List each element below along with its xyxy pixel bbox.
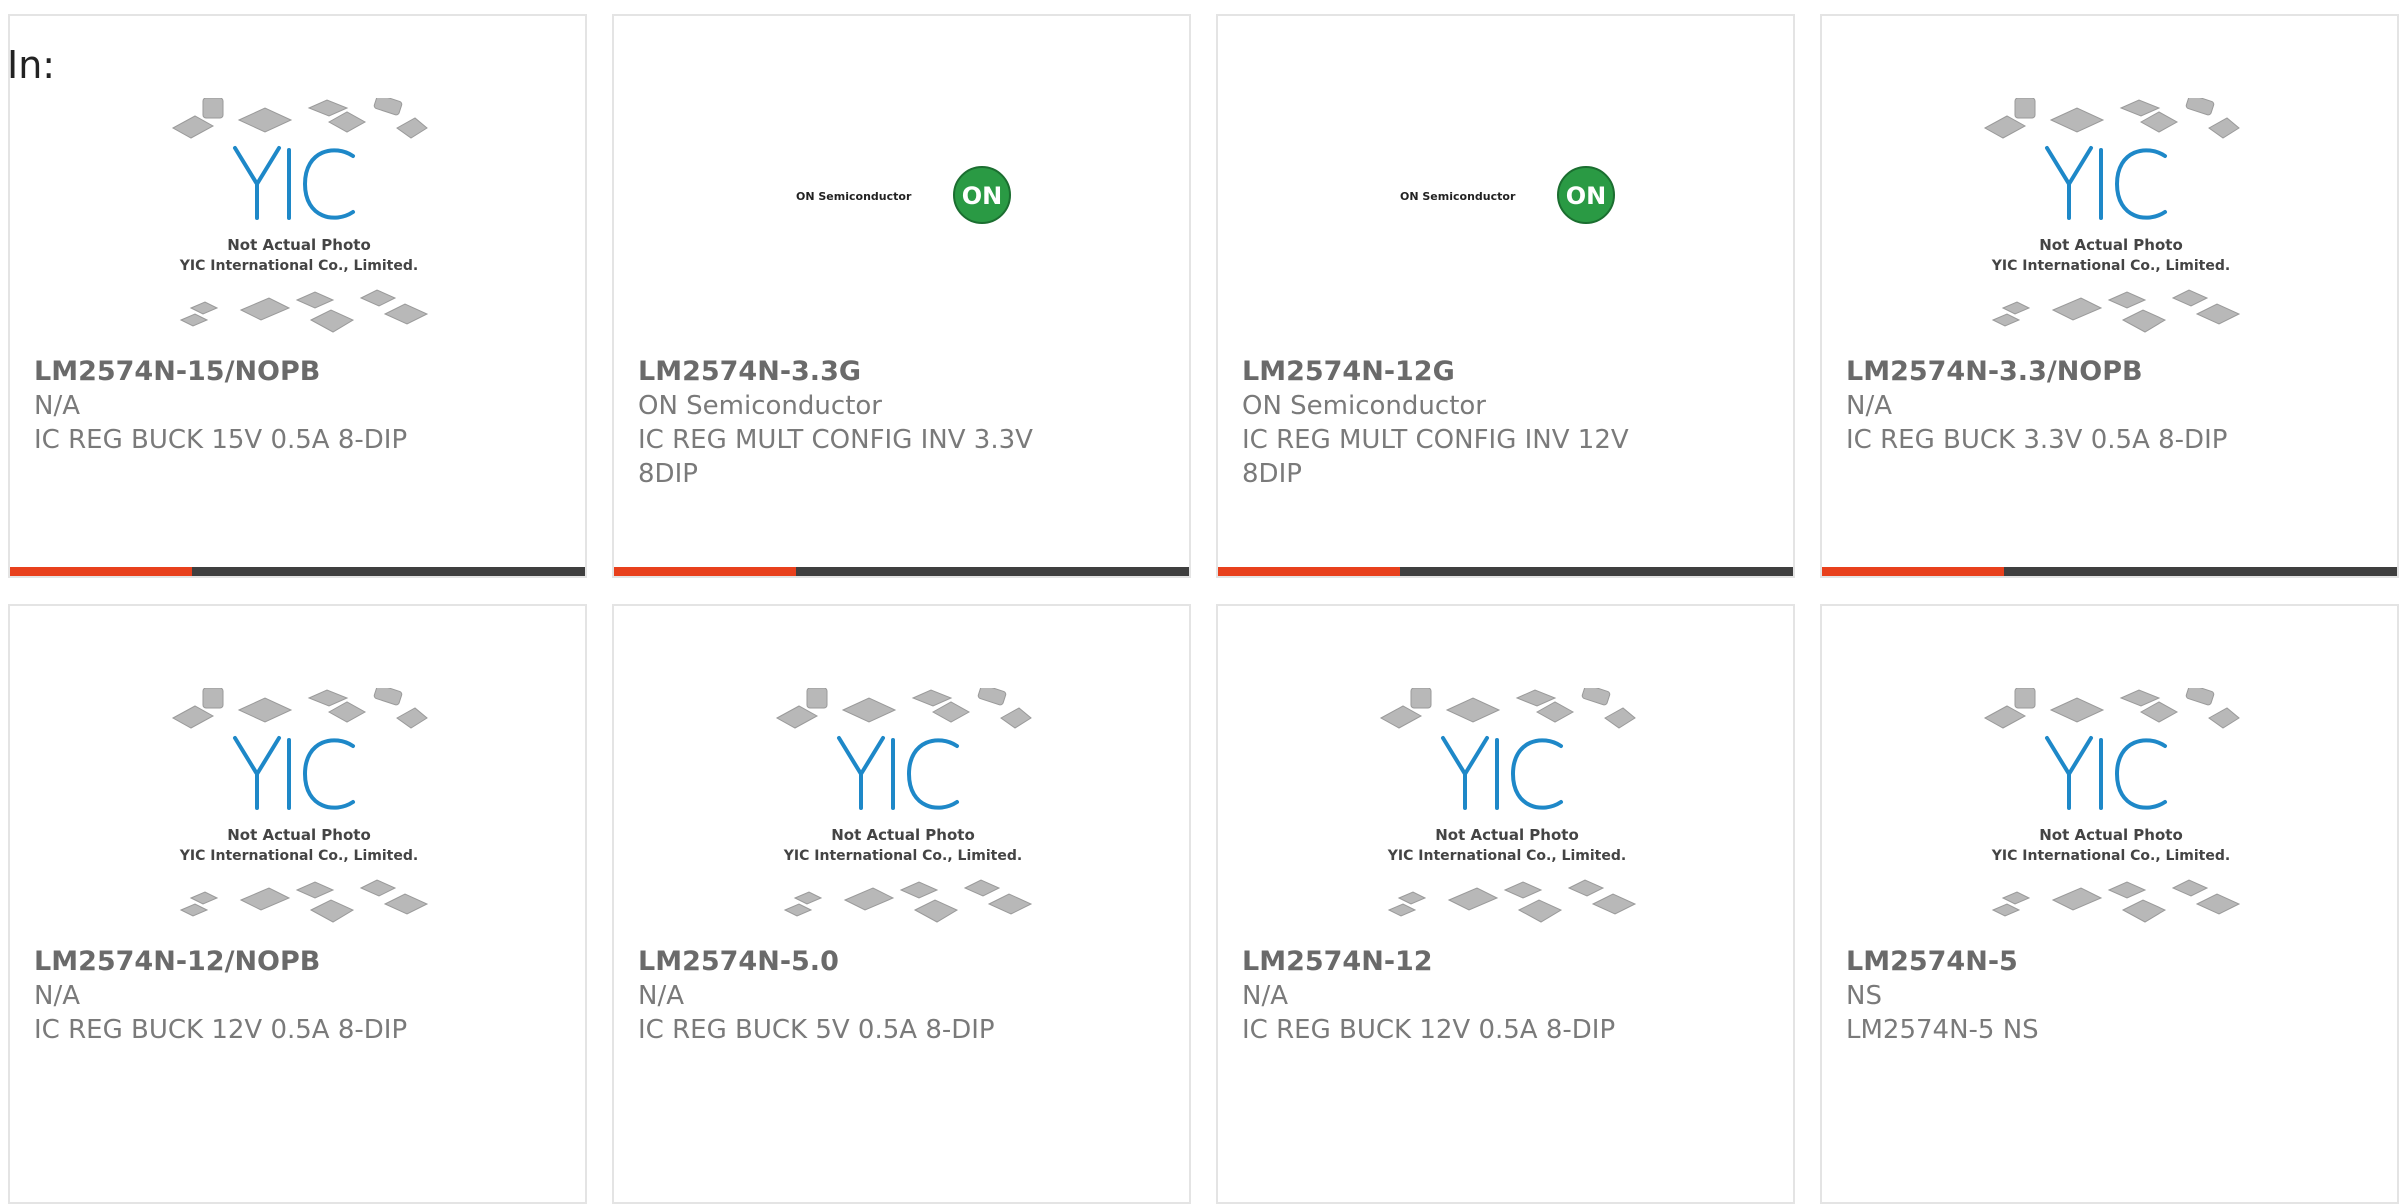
on-semiconductor-logo: ON Semiconductor ON (1400, 166, 1615, 224)
product-description: IC REG MULT CONFIG INV 12V 8DIP (1242, 425, 1629, 489)
on-semiconductor-logo: ON Semiconductor ON (796, 166, 1011, 224)
product-info: LM2574N-5.0 N/A IC REG BUCK 5V 0.5A 8-DI… (638, 945, 1165, 1047)
product-description: IC REG MULT CONFIG INV 3.3V 8DIP (638, 425, 1033, 489)
product-description: IC REG BUCK 3.3V 0.5A 8-DIP (1846, 425, 2228, 455)
product-description: LM2574N-5 NS (1846, 1015, 2039, 1045)
product-info: LM2574N-3.3G ON Semiconductor IC REG MUL… (638, 355, 1165, 491)
product-manufacturer: N/A (34, 981, 80, 1011)
product-description: IC REG BUCK 15V 0.5A 8-DIP (34, 425, 408, 455)
product-info: LM2574N-12 N/A IC REG BUCK 12V 0.5A 8-DI… (1242, 945, 1769, 1047)
product-image[interactable]: ON Semiconductor ON (1218, 98, 1793, 360)
page-label: In: (7, 43, 56, 87)
product-info: LM2574N-5 NS LM2574N-5 NS (1846, 945, 2373, 1047)
product-manufacturer: N/A (1242, 981, 1288, 1011)
product-info: LM2574N-15/NOPB N/A IC REG BUCK 15V 0.5A… (34, 355, 561, 457)
yic-placeholder-image: Not Actual Photo YIC International Co., … (1983, 688, 2241, 923)
product-grid: Not Actual Photo YIC International Co., … (8, 14, 2404, 1204)
logo-text: ON Semiconductor (1400, 190, 1516, 203)
product-image[interactable]: Not Actual Photo YIC International Co., … (614, 688, 1189, 950)
product-part-number[interactable]: LM2574N-3.3G (638, 355, 1165, 389)
product-description: IC REG BUCK 5V 0.5A 8-DIP (638, 1015, 995, 1045)
product-image[interactable]: ON Semiconductor ON (614, 98, 1189, 360)
product-image[interactable]: Not Actual Photo YIC International Co., … (10, 98, 585, 360)
product-card[interactable]: Not Actual Photo YIC International Co., … (8, 14, 587, 578)
product-image[interactable]: Not Actual Photo YIC International Co., … (1822, 98, 2397, 360)
yic-caption: Not Actual Photo (1435, 826, 1579, 844)
product-part-number[interactable]: LM2574N-15/NOPB (34, 355, 561, 389)
yic-caption2: YIC International Co., Limited. (783, 848, 1022, 864)
logo-text: ON Semiconductor (796, 190, 912, 203)
logo-mark: ON (1566, 182, 1607, 210)
product-description: IC REG BUCK 12V 0.5A 8-DIP (1242, 1015, 1616, 1045)
yic-placeholder-image: Not Actual Photo YIC International Co., … (1983, 98, 2241, 333)
product-info: LM2574N-12G ON Semiconductor IC REG MULT… (1242, 355, 1769, 491)
yic-caption2: YIC International Co., Limited. (179, 848, 418, 864)
yic-caption: Not Actual Photo (831, 826, 975, 844)
product-card[interactable]: Not Actual Photo YIC International Co., … (1216, 604, 1795, 1204)
yic-placeholder-image: Not Actual Photo YIC International Co., … (1379, 688, 1637, 923)
product-description: IC REG BUCK 12V 0.5A 8-DIP (34, 1015, 408, 1045)
yic-placeholder-image: Not Actual Photo YIC International Co., … (171, 98, 429, 333)
yic-caption2: YIC International Co., Limited. (1387, 848, 1626, 864)
product-part-number[interactable]: LM2574N-12 (1242, 945, 1769, 979)
product-card[interactable]: Not Actual Photo YIC International Co., … (8, 604, 587, 1204)
product-card[interactable]: ON Semiconductor ON LM2574N-3.3G ON Semi… (612, 14, 1191, 578)
product-part-number[interactable]: LM2574N-12/NOPB (34, 945, 561, 979)
product-image[interactable]: Not Actual Photo YIC International Co., … (1218, 688, 1793, 950)
product-part-number[interactable]: LM2574N-5.0 (638, 945, 1165, 979)
product-manufacturer: N/A (1846, 391, 1892, 421)
yic-caption2: YIC International Co., Limited. (1991, 258, 2230, 274)
card-accent-bar (1822, 567, 2397, 576)
logo-mark: ON (962, 182, 1003, 210)
product-info: LM2574N-3.3/NOPB N/A IC REG BUCK 3.3V 0.… (1846, 355, 2373, 457)
product-card[interactable]: ON Semiconductor ON LM2574N-12G ON Semic… (1216, 14, 1795, 578)
yic-caption: Not Actual Photo (2039, 236, 2183, 254)
card-accent-bar (10, 567, 585, 576)
product-part-number[interactable]: LM2574N-5 (1846, 945, 2373, 979)
product-manufacturer: ON Semiconductor (638, 391, 882, 421)
yic-placeholder-image: Not Actual Photo YIC International Co., … (775, 688, 1033, 923)
yic-caption2: YIC International Co., Limited. (1991, 848, 2230, 864)
product-part-number[interactable]: LM2574N-12G (1242, 355, 1769, 389)
product-card[interactable]: Not Actual Photo YIC International Co., … (1820, 14, 2399, 578)
product-card[interactable]: Not Actual Photo YIC International Co., … (612, 604, 1191, 1204)
yic-caption: Not Actual Photo (227, 236, 371, 254)
product-info: LM2574N-12/NOPB N/A IC REG BUCK 12V 0.5A… (34, 945, 561, 1047)
product-manufacturer: ON Semiconductor (1242, 391, 1486, 421)
product-card[interactable]: Not Actual Photo YIC International Co., … (1820, 604, 2399, 1204)
product-manufacturer: N/A (638, 981, 684, 1011)
yic-caption2: YIC International Co., Limited. (179, 258, 418, 274)
yic-caption: Not Actual Photo (227, 826, 371, 844)
product-image[interactable]: Not Actual Photo YIC International Co., … (10, 688, 585, 950)
yic-caption: Not Actual Photo (2039, 826, 2183, 844)
card-accent-bar (1218, 567, 1793, 576)
product-image[interactable]: Not Actual Photo YIC International Co., … (1822, 688, 2397, 950)
product-manufacturer: NS (1846, 981, 1882, 1011)
yic-placeholder-image: Not Actual Photo YIC International Co., … (171, 688, 429, 923)
product-manufacturer: N/A (34, 391, 80, 421)
product-part-number[interactable]: LM2574N-3.3/NOPB (1846, 355, 2373, 389)
card-accent-bar (614, 567, 1189, 576)
